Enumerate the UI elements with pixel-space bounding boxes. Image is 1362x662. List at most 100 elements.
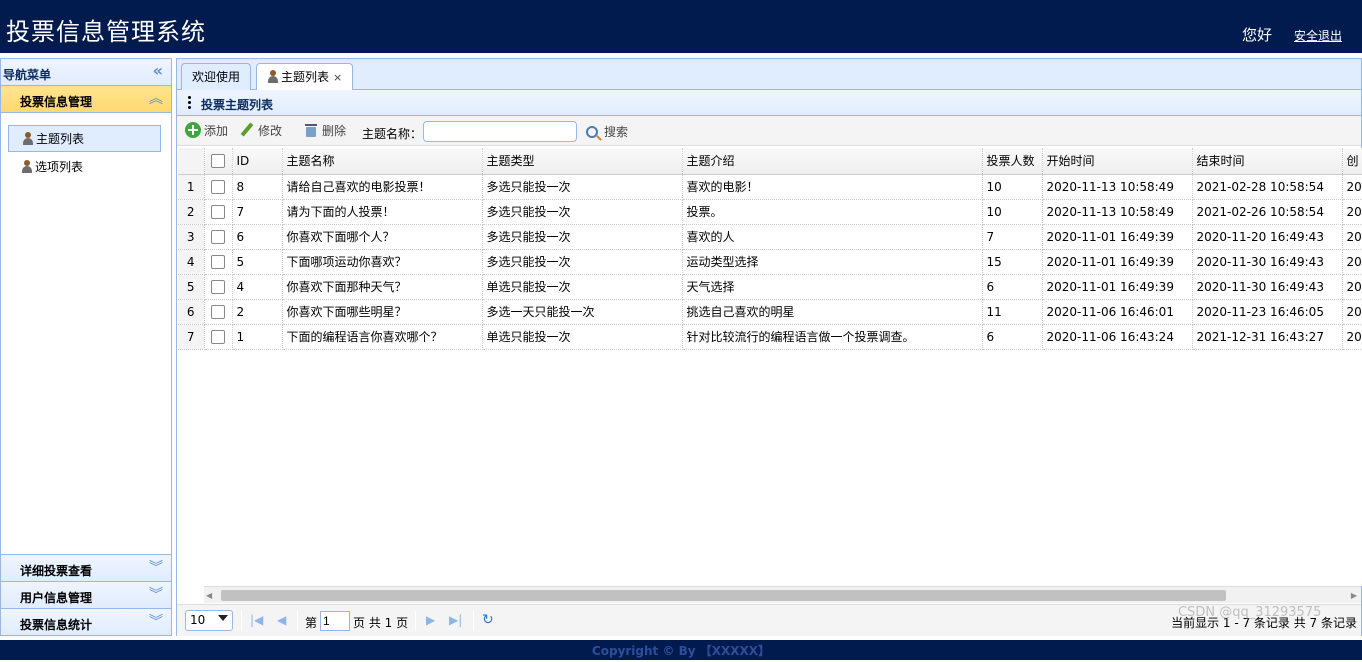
scroll-left-icon[interactable]: ◀ — [206, 591, 212, 600]
search-icon — [586, 126, 598, 138]
column-header[interactable]: 主题介绍 — [682, 148, 983, 175]
row-checkbox-cell — [204, 199, 233, 225]
delete-button[interactable]: 删除 — [303, 121, 346, 141]
accordion-vote-details[interactable]: 详细投票查看 ︾ — [1, 554, 171, 581]
page-size-select[interactable]: 10 — [185, 610, 233, 631]
table-row[interactable]: 2 7 请为下面的人投票！ 多选只能投一次 投票。 10 2020-11-13 … — [178, 199, 1362, 225]
row-checkbox-cell — [204, 249, 233, 275]
row-number: 3 — [178, 224, 205, 250]
column-header[interactable]: ID — [232, 148, 283, 175]
prev-page-icon[interactable]: ◀ — [277, 613, 286, 627]
row-checkbox[interactable] — [211, 329, 225, 344]
cell-start: 2020-11-13 10:58:49 — [1042, 174, 1193, 200]
accordion-vote-management[interactable]: 投票信息管理 ︽ — [1, 86, 171, 113]
more-icon — [188, 96, 191, 110]
row-number: 5 — [178, 274, 205, 300]
page-size-value: 10 — [190, 613, 206, 627]
last-page-icon[interactable]: ▶| — [449, 613, 462, 627]
cell-created: 20 — [1342, 324, 1362, 350]
row-checkbox[interactable] — [211, 229, 225, 244]
column-header[interactable]: 主题类型 — [482, 148, 683, 175]
greeting-text: 您好 — [1242, 26, 1273, 44]
cell-type: 多选一天只能投一次 — [482, 299, 683, 325]
panel-title: 投票主题列表 — [201, 98, 274, 112]
rownum-header — [178, 148, 205, 175]
cell-start: 2020-11-06 16:46:01 — [1042, 299, 1193, 325]
row-checkbox-cell — [204, 274, 233, 300]
chevron-down-icon[interactable]: ︾ — [149, 584, 163, 604]
row-checkbox[interactable] — [211, 279, 225, 294]
column-header[interactable]: 创 — [1342, 148, 1362, 175]
cell-intro: 针对比较流行的编程语言做一个投票调查。 — [682, 324, 983, 350]
cell-start: 2020-11-13 10:58:49 — [1042, 199, 1193, 225]
row-checkbox[interactable] — [211, 304, 225, 319]
scroll-right-icon[interactable]: ▶ — [1351, 591, 1357, 600]
cell-id: 6 — [232, 224, 283, 250]
cell-id: 5 — [232, 249, 283, 275]
logout-link[interactable]: 安全退出 — [1294, 27, 1342, 44]
pencil-icon — [239, 122, 255, 138]
row-checkbox[interactable] — [211, 204, 225, 219]
table-row[interactable]: 6 2 你喜欢下面哪些明星？ 多选一天只能投一次 挑选自己喜欢的明星 11 20… — [178, 299, 1362, 325]
divider — [241, 611, 242, 631]
sidebar-item-option-list[interactable]: 选项列表 — [8, 154, 161, 181]
collapse-left-icon[interactable]: « — [153, 61, 163, 80]
main-area: 欢迎使用 主题列表 × 投票主题列表 添加 修改 删除 主题名称： 搜索 ID 主 — [176, 58, 1362, 636]
chevron-up-icon[interactable]: ︽ — [149, 88, 163, 108]
row-number: 1 — [178, 174, 205, 200]
row-checkbox[interactable] — [211, 179, 225, 194]
cell-created: 20 — [1342, 299, 1362, 325]
accordion-vote-statistics[interactable]: 投票信息统计 ︾ — [1, 608, 171, 635]
table-row[interactable]: 3 6 你喜欢下面哪个人？ 多选只能投一次 喜欢的人 7 2020-11-01 … — [178, 224, 1362, 250]
search-button[interactable]: 搜索 — [586, 122, 628, 142]
edit-button[interactable]: 修改 — [239, 121, 282, 141]
column-header[interactable]: 主题名称 — [282, 148, 483, 175]
cell-start: 2020-11-01 16:49:39 — [1042, 274, 1193, 300]
first-page-icon[interactable]: |◀ — [250, 613, 263, 627]
tab-topic-list[interactable]: 主题列表 × — [256, 63, 354, 91]
app-title: 投票信息管理系统 — [6, 18, 206, 46]
sidebar-item-label: 选项列表 — [35, 160, 84, 174]
accordion-user-management[interactable]: 用户信息管理 ︾ — [1, 581, 171, 608]
user-icon — [22, 132, 34, 145]
column-header[interactable]: 投票人数 — [982, 148, 1043, 175]
table-row[interactable]: 5 4 你喜欢下面那种天气？ 单选只能投一次 天气选择 6 2020-11-01… — [178, 274, 1362, 300]
table-row[interactable]: 4 5 下面哪项运动你喜欢？ 多选只能投一次 运动类型选择 15 2020-11… — [178, 249, 1362, 275]
next-page-icon[interactable]: ▶ — [426, 613, 435, 627]
table-row[interactable]: 1 8 请给自己喜欢的电影投票！ 多选只能投一次 喜欢的电影！ 10 2020-… — [178, 174, 1362, 200]
search-label: 主题名称： — [362, 127, 423, 141]
accordion-title: 投票信息统计 — [20, 618, 93, 632]
trash-icon — [303, 122, 319, 138]
horizontal-scrollbar[interactable]: ◀ ▶ — [204, 586, 1361, 603]
select-all-checkbox[interactable] — [211, 154, 225, 168]
sidebar-item-topic-list[interactable]: 主题列表 — [8, 125, 161, 152]
cell-name: 下面的编程语言你喜欢哪个？ — [282, 324, 483, 350]
cell-name: 请为下面的人投票！ — [282, 199, 483, 225]
row-checkbox-cell — [204, 174, 233, 200]
page-number-input[interactable] — [320, 611, 350, 631]
cell-end: 2021-12-31 16:43:27 — [1192, 324, 1343, 350]
cell-intro: 天气选择 — [682, 274, 983, 300]
column-header[interactable]: 开始时间 — [1042, 148, 1193, 175]
close-icon[interactable]: × — [333, 71, 342, 84]
row-number: 6 — [178, 299, 205, 325]
cell-votes: 6 — [982, 274, 1043, 300]
add-button[interactable]: 添加 — [185, 121, 228, 141]
footer: Copyright © By 【XXXXX】 — [0, 640, 1362, 660]
tab-welcome[interactable]: 欢迎使用 — [181, 63, 252, 90]
column-header[interactable]: 结束时间 — [1192, 148, 1343, 175]
collapsed-accordions: 详细投票查看 ︾ 用户信息管理 ︾ 投票信息统计 ︾ — [1, 554, 171, 635]
cell-end: 2020-11-30 16:49:43 — [1192, 249, 1343, 275]
cell-created: 20 — [1342, 174, 1362, 200]
table-row[interactable]: 7 1 下面的编程语言你喜欢哪个？ 单选只能投一次 针对比较流行的编程语言做一个… — [178, 324, 1362, 350]
refresh-icon[interactable]: ↻ — [482, 612, 494, 628]
tab-bar: 欢迎使用 主题列表 × — [177, 59, 1361, 91]
search-input[interactable] — [423, 121, 577, 142]
tab-label: 欢迎使用 — [192, 70, 241, 84]
chevron-down-icon[interactable]: ︾ — [149, 611, 163, 631]
chevron-down-icon — [218, 615, 228, 621]
row-checkbox-cell — [204, 224, 233, 250]
chevron-down-icon[interactable]: ︾ — [149, 557, 163, 577]
row-checkbox[interactable] — [211, 254, 225, 269]
scrollbar-thumb[interactable] — [221, 590, 1226, 601]
